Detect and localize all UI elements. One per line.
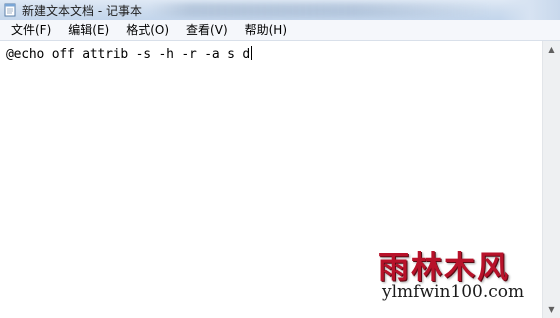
menu-view[interactable]: 查看(V)	[177, 20, 236, 40]
menu-file[interactable]: 文件(F)	[0, 20, 59, 40]
watermark-logo-text: 雨林木风	[378, 250, 510, 286]
scroll-down-icon[interactable]: ▼	[543, 301, 560, 318]
menu-edit[interactable]: 编辑(E)	[59, 20, 117, 40]
blurred-region-right	[500, 0, 560, 20]
notepad-window: 新建文本文档 - 记事本 文件(F) 编辑(E) 格式(O) 查看(V) 帮助(…	[0, 0, 560, 318]
window-title: 新建文本文档 - 记事本	[22, 3, 142, 18]
vertical-scrollbar[interactable]: ▲ ▼	[542, 41, 560, 318]
menu-format[interactable]: 格式(O)	[117, 20, 177, 40]
watermark-site-text: ylmfwin100.com	[382, 282, 525, 302]
menu-help[interactable]: 帮助(H)	[236, 20, 295, 40]
editor-content: @echo off attrib -s -h -r -a s d	[6, 47, 251, 62]
scroll-up-icon[interactable]: ▲	[543, 41, 560, 58]
title-bar[interactable]: 新建文本文档 - 记事本	[0, 0, 560, 20]
text-caret	[251, 46, 253, 60]
notepad-icon	[4, 3, 16, 17]
menu-bar: 文件(F) 编辑(E) 格式(O) 查看(V) 帮助(H)	[0, 20, 560, 41]
editor-text-line: @echo off attrib -s -h -r -a s d	[6, 46, 253, 63]
blurred-region	[150, 3, 490, 17]
